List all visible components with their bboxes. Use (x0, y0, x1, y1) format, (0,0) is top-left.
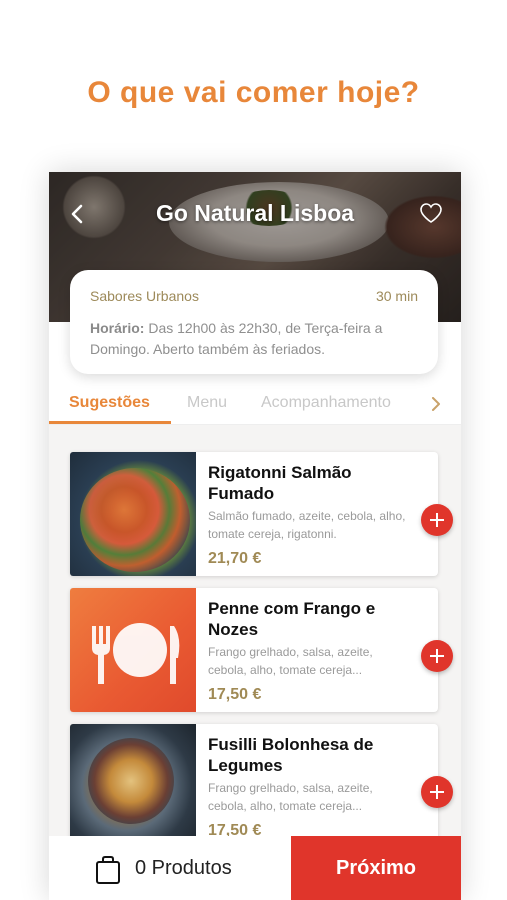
tab-sugestoes[interactable]: Sugestões (69, 394, 150, 412)
opening-hours: Horário: Das 12h00 às 22h30, de Terça-fe… (90, 318, 420, 360)
tab-menu[interactable]: Menu (187, 394, 227, 412)
product-price: 17,50 € (208, 686, 262, 703)
product-price: 17,50 € (208, 822, 262, 836)
product-card[interactable]: Fusilli Bolonhesa de Legumes Frango grel… (70, 724, 453, 836)
next-button[interactable]: Próximo (291, 836, 461, 900)
product-description: Salmão fumado, azeite, cebola, alho, tom… (208, 509, 406, 541)
product-name: Rigatonni Salmão Fumado (208, 463, 352, 503)
hours-label: Horário: (90, 320, 145, 336)
chevron-right-icon[interactable] (431, 397, 441, 411)
add-product-button[interactable] (421, 776, 453, 808)
product-list[interactable]: Rigatonni Salmão Fumado Salmão fumado, a… (49, 425, 461, 836)
plate-placeholder-icon (70, 588, 196, 712)
bottom-bar: 0 Produtos Próximo (49, 836, 461, 900)
restaurant-category: Sabores Urbanos (90, 288, 199, 304)
pasta-photo (70, 452, 196, 576)
product-description: Frango grelhado, salsa, azeite, cebola, … (208, 645, 373, 677)
fusilli-photo (70, 724, 196, 836)
delivery-time: 30 min (375, 288, 418, 304)
add-product-button[interactable] (421, 504, 453, 536)
heart-icon[interactable] (419, 202, 443, 224)
category-tabs: Sugestões Menu Acompanhamento (49, 384, 461, 425)
restaurant-info-card: Sabores Urbanos 30 min Horário: Das 12h0… (70, 270, 438, 374)
product-name: Penne com Frango e Nozes (208, 599, 376, 639)
product-card[interactable]: Penne com Frango e Nozes Frango grelhado… (70, 588, 453, 712)
product-name: Fusilli Bolonhesa de Legumes (208, 735, 374, 775)
active-tab-indicator (49, 421, 171, 424)
add-product-button[interactable] (421, 640, 453, 672)
product-price: 21,70 € (208, 550, 262, 567)
tab-acompanhamento[interactable]: Acompanhamento (261, 394, 391, 412)
product-description: Frango grelhado, salsa, azeite, cebola, … (208, 781, 373, 813)
shopping-bag-icon[interactable] (95, 855, 121, 885)
app-screen: Go Natural Lisboa Sabores Urbanos 30 min… (49, 172, 461, 900)
restaurant-title: Go Natural Lisboa (155, 200, 355, 226)
product-card[interactable]: Rigatonni Salmão Fumado Salmão fumado, a… (70, 452, 453, 576)
cart-count[interactable]: 0 Produtos (135, 857, 232, 880)
page-headline: O que vai comer hoje? (87, 76, 420, 109)
